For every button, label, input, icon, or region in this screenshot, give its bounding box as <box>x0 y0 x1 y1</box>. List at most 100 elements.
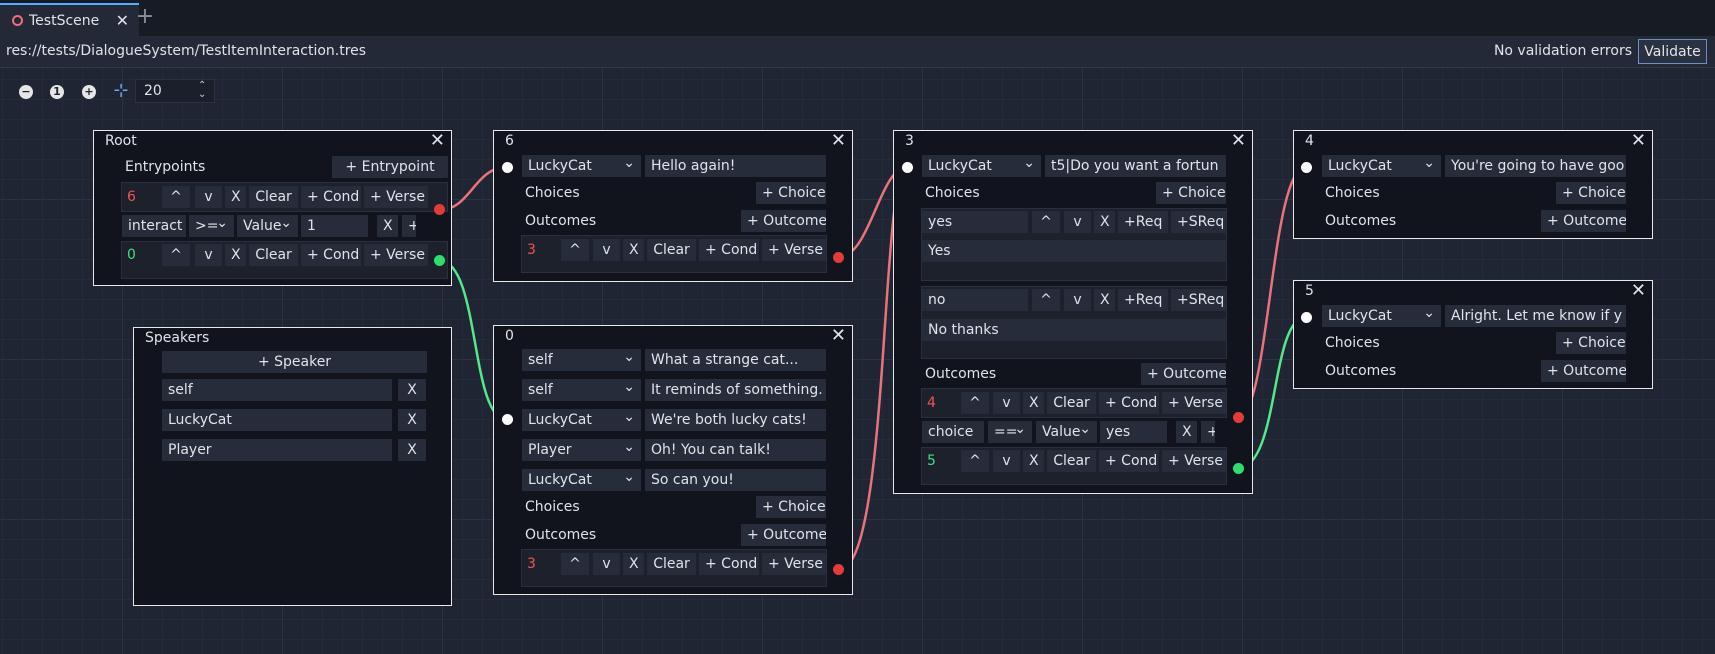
move-down-button[interactable]: v <box>593 239 620 261</box>
outcome-target-id[interactable]: 4 <box>927 392 936 414</box>
zoom-out-icon[interactable]: − <box>19 85 33 99</box>
remove-entrypoint-button[interactable]: X <box>225 244 246 266</box>
outcome-target-id[interactable]: 3 <box>527 553 536 575</box>
add-condition-button[interactable]: + <box>402 215 416 237</box>
condition-name-field[interactable]: choice <box>922 421 984 443</box>
outcome-target-id[interactable]: 5 <box>927 450 936 472</box>
input-port[interactable] <box>1301 162 1312 173</box>
output-port-red[interactable] <box>1233 412 1244 423</box>
add-entrypoint-button[interactable]: + Entrypoint <box>332 156 448 178</box>
add-verse-button[interactable]: + Verse <box>1162 450 1226 472</box>
dialogue-node-0[interactable]: 0 ✕ self What a strange cat... self It r… <box>493 325 853 595</box>
close-tab-icon[interactable]: ✕ <box>116 11 129 30</box>
move-up-button[interactable]: ^ <box>961 392 989 414</box>
close-node-icon[interactable]: ✕ <box>831 325 846 346</box>
add-choice-button[interactable]: + Choice <box>1156 182 1226 204</box>
speakers-node[interactable]: Speakers + Speaker self X LuckyCat X Pla… <box>133 327 452 606</box>
remove-speaker-button[interactable]: X <box>398 439 426 461</box>
add-cond-button[interactable]: + Cond <box>699 239 759 261</box>
outcome-target-id[interactable]: 3 <box>527 239 536 261</box>
root-node[interactable]: Root ✕ Entrypoints + Entrypoint 6 ^ v X … <box>93 130 452 286</box>
line-speaker-select[interactable]: LuckyCat <box>1322 155 1441 177</box>
choice-key-field[interactable]: no <box>922 289 1028 311</box>
add-choice-button[interactable]: + Choice <box>756 182 826 204</box>
add-outcome-button[interactable]: + Outcome <box>1541 210 1626 232</box>
line-speaker-select[interactable]: LuckyCat <box>522 155 641 177</box>
add-cond-button[interactable]: + Cond <box>699 553 759 575</box>
close-node-icon[interactable]: ✕ <box>831 130 846 151</box>
condition-name-field[interactable]: interact <box>122 215 186 237</box>
move-up-button[interactable]: ^ <box>1032 211 1060 233</box>
add-choice-button[interactable]: + Choice <box>756 496 826 518</box>
line-text-field[interactable]: What a strange cat... <box>645 349 826 371</box>
condition-value-field[interactable]: 1 <box>301 215 368 237</box>
add-req-button[interactable]: +Req <box>1118 289 1168 311</box>
dialogue-node-4[interactable]: 4 ✕ LuckyCat You're going to have goo Ch… <box>1293 130 1653 239</box>
add-speaker-button[interactable]: + Speaker <box>162 351 427 373</box>
line-speaker-select[interactable]: self <box>522 349 641 371</box>
close-node-icon[interactable]: ✕ <box>430 130 445 151</box>
line-text-field[interactable]: So can you! <box>645 469 826 491</box>
line-speaker-select[interactable]: LuckyCat <box>1322 305 1441 327</box>
dialogue-node-6[interactable]: 6 ✕ LuckyCat Hello again! Choices + Choi… <box>493 130 853 282</box>
move-up-button[interactable]: ^ <box>162 186 190 208</box>
line-text-field[interactable]: Alright. Let me know if y <box>1445 305 1626 327</box>
close-node-icon[interactable]: ✕ <box>1231 130 1246 151</box>
move-down-button[interactable]: v <box>593 553 620 575</box>
entrypoint-target-id[interactable]: 6 <box>127 186 136 208</box>
add-cond-button[interactable]: + Cond <box>1099 450 1159 472</box>
move-up-button[interactable]: ^ <box>561 239 589 261</box>
remove-speaker-button[interactable]: X <box>398 409 426 431</box>
output-port-green[interactable] <box>434 255 445 266</box>
add-cond-button[interactable]: + Cond <box>301 244 361 266</box>
add-outcome-button[interactable]: + Outcome <box>741 524 826 546</box>
close-node-icon[interactable]: ✕ <box>1631 280 1646 301</box>
speaker-name-field[interactable]: Player <box>162 439 392 461</box>
output-port-red[interactable] <box>833 252 844 263</box>
zoom-in-icon[interactable]: + <box>82 85 96 99</box>
output-port-red[interactable] <box>434 204 445 215</box>
remove-entrypoint-button[interactable]: X <box>225 186 246 208</box>
remove-outcome-button[interactable]: X <box>623 239 644 261</box>
add-sreq-button[interactable]: +SReq <box>1171 211 1227 233</box>
output-port-green[interactable] <box>1233 463 1244 474</box>
choice-text-field[interactable]: No thanks <box>922 319 1227 341</box>
remove-condition-button[interactable]: X <box>377 215 398 237</box>
input-port[interactable] <box>502 162 513 173</box>
input-port[interactable] <box>502 414 513 425</box>
line-text-field[interactable]: You're going to have goo <box>1445 155 1626 177</box>
entrypoint-target-id[interactable]: 0 <box>127 244 136 266</box>
line-text-field[interactable]: Hello again! <box>645 155 826 177</box>
remove-speaker-button[interactable]: X <box>398 379 426 401</box>
add-verse-button[interactable]: + Verse <box>364 186 428 208</box>
add-outcome-button[interactable]: + Outcome <box>1141 363 1226 385</box>
speaker-name-field[interactable]: self <box>162 379 392 401</box>
condition-op-select[interactable]: == <box>988 421 1032 443</box>
move-up-button[interactable]: ^ <box>1032 289 1060 311</box>
line-speaker-select[interactable]: self <box>522 379 641 401</box>
move-up-button[interactable]: ^ <box>961 450 989 472</box>
line-text-field[interactable]: We're both lucky cats! <box>645 409 826 431</box>
condition-value-field[interactable]: yes <box>1100 421 1167 443</box>
move-down-button[interactable]: v <box>195 186 222 208</box>
remove-choice-button[interactable]: X <box>1094 211 1115 233</box>
speaker-name-field[interactable]: LuckyCat <box>162 409 392 431</box>
snap-grid-icon[interactable]: ⊹ <box>111 81 131 101</box>
condition-type-select[interactable]: Value <box>1036 421 1097 443</box>
clear-button[interactable]: Clear <box>647 553 696 575</box>
line-text-field[interactable]: It reminds of something. <box>645 379 826 401</box>
clear-button[interactable]: Clear <box>249 186 298 208</box>
line-speaker-select[interactable]: Player <box>522 439 641 461</box>
input-port[interactable] <box>1301 312 1312 323</box>
move-up-button[interactable]: ^ <box>561 553 589 575</box>
remove-outcome-button[interactable]: X <box>1023 392 1044 414</box>
move-down-button[interactable]: v <box>1064 289 1091 311</box>
line-text-field[interactable]: t5|Do you want a fortun <box>1045 155 1226 177</box>
add-outcome-button[interactable]: + Outcome <box>1541 360 1626 382</box>
remove-choice-button[interactable]: X <box>1094 289 1115 311</box>
clear-button[interactable]: Clear <box>249 244 298 266</box>
add-verse-button[interactable]: + Verse <box>364 244 428 266</box>
zoom-reset-icon[interactable]: 1 <box>50 85 64 99</box>
add-sreq-button[interactable]: +SReq <box>1171 289 1227 311</box>
input-port[interactable] <box>902 162 913 173</box>
